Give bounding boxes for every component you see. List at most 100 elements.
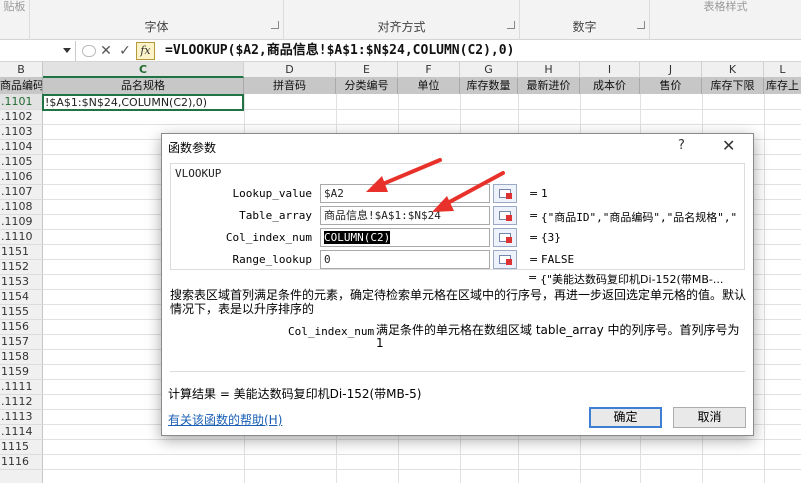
- header-cell-sale-price[interactable]: 售价: [640, 78, 702, 94]
- dialog-titlebar[interactable]: 函数参数 ? ✕: [162, 134, 753, 160]
- header-cell-latest-price[interactable]: 最新进价: [518, 78, 580, 94]
- header-cell-stock-max[interactable]: 库存上: [764, 78, 801, 94]
- row-label[interactable]: 1154: [0, 289, 43, 305]
- row-label[interactable]: .1104: [0, 139, 43, 155]
- column-header-k[interactable]: K: [702, 62, 764, 78]
- dialog-divider: [170, 371, 745, 372]
- function-description: 搜索表区域首列满足条件的元素，确定待检索单元格在区域中的行序号，再进一步返回选定…: [170, 288, 747, 316]
- collapse-dialog-icon[interactable]: [493, 250, 517, 269]
- insert-function-button[interactable]: fx: [136, 42, 155, 60]
- row-label[interactable]: .1106: [0, 169, 43, 185]
- ribbon-group-styles-label: 表格样式: [703, 0, 748, 13]
- cancel-formula-icon[interactable]: ✕: [97, 41, 115, 61]
- font-launcher-icon[interactable]: [271, 21, 279, 29]
- lookup-value-input[interactable]: $A2: [320, 184, 490, 203]
- row-label[interactable]: 1156: [0, 319, 43, 335]
- enter-formula-icon[interactable]: ✓: [116, 41, 134, 61]
- column-header-g[interactable]: G: [460, 62, 518, 78]
- gridline: [43, 124, 801, 125]
- header-cell-item-code[interactable]: 商品编码: [0, 78, 43, 94]
- ribbon-group-alignment-label: 对齐方式: [377, 20, 426, 34]
- range-lookup-input[interactable]: 0: [320, 250, 490, 269]
- row-label[interactable]: .1112: [0, 394, 43, 410]
- row-label[interactable]: .1110: [0, 229, 43, 245]
- arg-result: {"商品ID","商品编码","品名规格",": [541, 211, 738, 224]
- alignment-launcher-icon[interactable]: [507, 21, 515, 29]
- ribbon-group-font: 字体: [30, 0, 284, 40]
- row-label[interactable]: 1151: [0, 244, 43, 260]
- row-label-column: .1101 .1102 .1103 .1104 .1105 .1106 .110…: [0, 94, 43, 483]
- row-label[interactable]: 1157: [0, 334, 43, 350]
- ribbon-group-clipboard-label: 贴板: [3, 0, 26, 13]
- row-label[interactable]: 1158: [0, 349, 43, 365]
- column-header-bar: B C D E F G H I J K L: [0, 62, 801, 78]
- arg-row-col-index-num: Col_index_num COLUMN(C2) = {3}: [171, 228, 746, 248]
- column-header-i[interactable]: I: [580, 62, 640, 78]
- collapse-dialog-icon[interactable]: [493, 206, 517, 225]
- row-label[interactable]: .1111: [0, 379, 43, 395]
- row-label[interactable]: 1155: [0, 304, 43, 320]
- close-icon[interactable]: ✕: [722, 136, 735, 155]
- column-header-b[interactable]: B: [0, 62, 43, 78]
- row-label[interactable]: 1153: [0, 274, 43, 290]
- active-cell-c2[interactable]: !$A$1:$N$24,COLUMN(C2),0): [42, 94, 244, 111]
- col-index-num-input[interactable]: COLUMN(C2): [320, 228, 490, 247]
- collapse-dialog-icon[interactable]: [493, 228, 517, 247]
- column-header-e[interactable]: E: [336, 62, 398, 78]
- column-header-d[interactable]: D: [244, 62, 336, 78]
- argument-description-text: 满足条件的单元格在数组区域 table_array 中的列序号。首列序号为 1: [376, 323, 740, 350]
- header-cell-cost-price[interactable]: 成本价: [580, 78, 640, 94]
- column-header-j[interactable]: J: [640, 62, 702, 78]
- header-cell-unit[interactable]: 单位: [398, 78, 460, 94]
- arg-result: {3}: [541, 231, 561, 244]
- row-label[interactable]: .1109: [0, 214, 43, 230]
- formula-result-preview: {"美能达数码复印机Di-152(带MB-...: [540, 273, 724, 286]
- arg-result: FALSE: [541, 253, 575, 266]
- row-label[interactable]: 1116: [0, 454, 43, 470]
- column-header-c[interactable]: C: [43, 62, 244, 78]
- header-cell-category-code[interactable]: 分类编号: [336, 78, 398, 94]
- header-cell-product-spec[interactable]: 品名规格: [43, 78, 244, 94]
- row-label[interactable]: .1113: [0, 409, 43, 425]
- collapse-dialog-icon[interactable]: [493, 184, 517, 203]
- arg-label: Col_index_num: [225, 231, 312, 244]
- arg-row-table-array: Table_array 商品信息!$A$1:$N$24 = {"商品ID","商…: [171, 206, 746, 226]
- header-cell-stock-qty[interactable]: 库存数量: [460, 78, 518, 94]
- row-label[interactable]: .1107: [0, 184, 43, 200]
- ok-button[interactable]: 确定: [589, 407, 662, 428]
- function-arguments-group: VLOOKUP Lookup_value $A2 = 1 Table_array…: [170, 163, 745, 270]
- ribbon-group-alignment: 对齐方式: [284, 0, 520, 40]
- formula-bar: ✕ ✓ fx =VLOOKUP($A2,商品信息!$A$1:$N$24,COLU…: [0, 40, 801, 62]
- row-label[interactable]: 1115: [0, 439, 43, 455]
- cancel-button[interactable]: 取消: [673, 407, 746, 428]
- arg-equals: =: [529, 187, 539, 200]
- column-header-l[interactable]: L: [764, 62, 801, 78]
- row-label[interactable]: 1152: [0, 259, 43, 275]
- header-cell-pinyin-code[interactable]: 拼音码: [244, 78, 336, 94]
- ribbon-group-clipboard: 贴板: [0, 0, 30, 40]
- table-array-input[interactable]: 商品信息!$A$1:$N$24: [320, 206, 490, 225]
- arg-result: 1: [541, 187, 548, 200]
- name-box-dropdown-icon[interactable]: [63, 48, 71, 53]
- header-cell-stock-min[interactable]: 库存下限: [702, 78, 764, 94]
- ribbon-group-number: 数字: [520, 0, 650, 40]
- function-help-link[interactable]: 有关该函数的帮助(H): [168, 411, 282, 428]
- row-label[interactable]: .1101: [0, 94, 43, 110]
- row-label[interactable]: .1103: [0, 124, 43, 140]
- column-header-f[interactable]: F: [398, 62, 460, 78]
- row-label[interactable]: .1108: [0, 199, 43, 215]
- help-icon[interactable]: ?: [678, 138, 685, 153]
- arg-row-lookup-value: Lookup_value $A2 = 1: [171, 184, 746, 204]
- arg-equals: =: [529, 209, 539, 222]
- row-label[interactable]: .1102: [0, 109, 43, 125]
- arg-label: Table_array: [239, 209, 312, 222]
- column-header-h[interactable]: H: [518, 62, 580, 78]
- row-label[interactable]: 1159: [0, 364, 43, 380]
- name-box[interactable]: [0, 41, 76, 61]
- ribbon-group-font-label: 字体: [144, 20, 169, 34]
- row-label[interactable]: .1114: [0, 424, 43, 440]
- row-label[interactable]: .1105: [0, 154, 43, 170]
- formula-input[interactable]: =VLOOKUP($A2,商品信息!$A$1:$N$24,COLUMN(C2),…: [165, 41, 514, 61]
- number-launcher-icon[interactable]: [637, 21, 645, 29]
- formula-bar-grip-icon[interactable]: [82, 45, 96, 57]
